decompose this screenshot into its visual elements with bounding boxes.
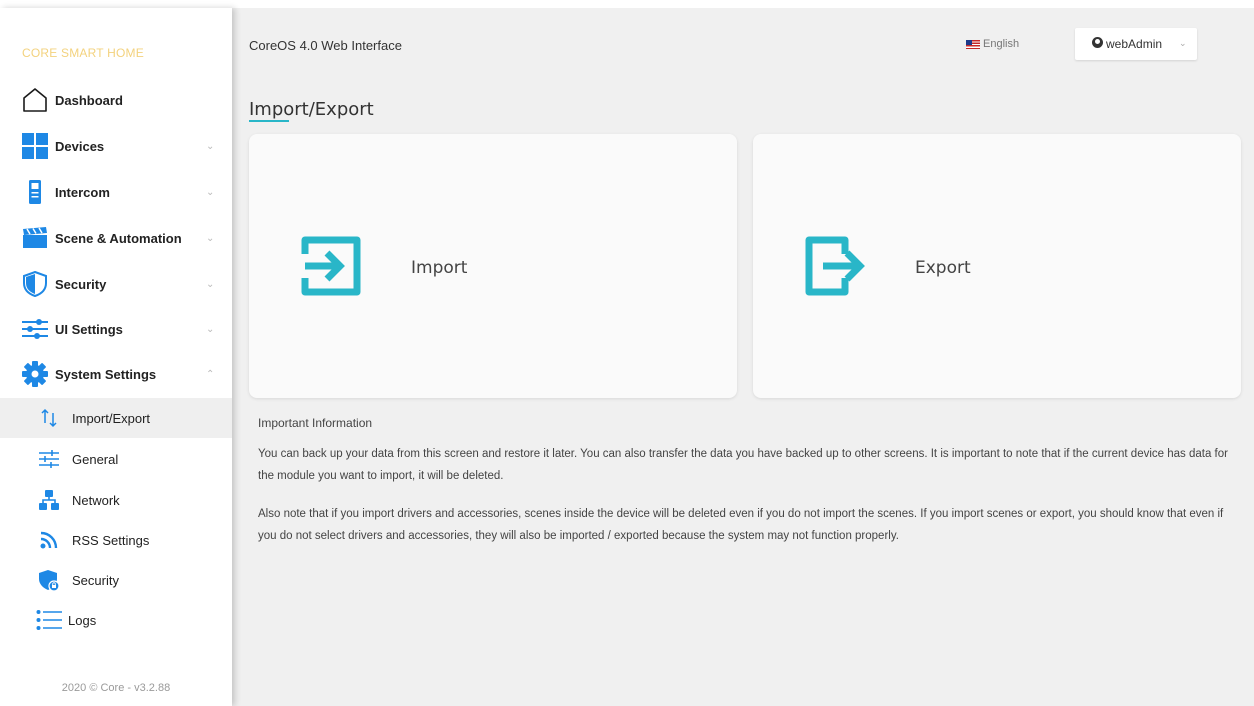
sidebar-subitem-security[interactable]: Security xyxy=(0,560,232,600)
sidebar-item-dashboard[interactable]: Dashboard xyxy=(0,80,232,120)
sidebar-subitem-rss-settings[interactable]: RSS Settings xyxy=(0,520,232,560)
sidebar-item-label: Intercom xyxy=(55,184,110,200)
sliders-icon xyxy=(22,316,48,342)
import-icon xyxy=(299,234,363,298)
home-icon xyxy=(22,87,48,113)
sidebar-subitem-label: Security xyxy=(72,572,119,588)
sidebar-subitem-label: Logs xyxy=(68,612,97,628)
title-underline xyxy=(249,120,289,122)
sidebar-item-label: Devices xyxy=(55,138,105,154)
username-label: webAdmin xyxy=(1106,37,1163,51)
sidebar-item-ui-settings[interactable]: UI Settings ⌄ xyxy=(0,309,232,349)
intercom-icon xyxy=(22,179,48,205)
sidebar-subitem-label: RSS Settings xyxy=(72,532,150,548)
brand-logo-text[interactable]: CORE SMART HOME xyxy=(22,46,144,60)
sidebar-item-system-settings[interactable]: System Settings ⌃ xyxy=(0,354,232,394)
clapperboard-icon xyxy=(22,225,48,251)
sidebar-item-label: Security xyxy=(55,276,107,292)
export-card[interactable]: Export xyxy=(753,134,1241,398)
sidebar-item-label: Dashboard xyxy=(55,92,123,108)
sidebar-subitem-label: Network xyxy=(72,492,120,508)
language-label: English xyxy=(983,38,1020,50)
sidebar-subitem-logs[interactable]: Logs xyxy=(0,600,232,640)
sidebar-item-devices[interactable]: Devices ⌄ xyxy=(0,126,232,166)
sidebar-item-label: Scene & Automation xyxy=(55,230,182,246)
info-paragraph: You can back up your data from this scre… xyxy=(258,448,1228,482)
sidebar-subitem-network[interactable]: Network xyxy=(0,480,232,520)
footer-version: 2020 © Core - v3.2.88 xyxy=(61,682,171,694)
sidebar-item-security[interactable]: Security ⌄ xyxy=(0,264,232,304)
chevron-down-icon: ⌄ xyxy=(206,278,215,290)
chevron-down-icon: ⌄ xyxy=(206,186,215,198)
settings-sliders-icon xyxy=(38,448,60,470)
top-strip xyxy=(0,0,1254,8)
grid-icon xyxy=(22,133,48,159)
info-paragraph: Also note that if you import drivers and… xyxy=(258,508,1224,542)
export-label: Export xyxy=(915,258,971,278)
us-flag-icon xyxy=(966,39,980,49)
page-title: Import/Export xyxy=(249,99,374,120)
import-card[interactable]: Import xyxy=(249,134,737,398)
app-frame: CORE SMART HOME Dashboard Devices ⌄ Inte… xyxy=(0,0,1254,706)
sidebar-item-label: UI Settings xyxy=(55,321,123,337)
import-label: Import xyxy=(411,258,468,278)
chevron-down-icon: ⌄ xyxy=(1179,38,1187,48)
sidebar-item-label: System Settings xyxy=(55,366,157,382)
language-selector[interactable]: English xyxy=(966,38,1019,50)
gear-icon xyxy=(22,361,48,387)
info-heading: Important Information xyxy=(258,416,373,430)
user-menu-button[interactable]: webAdmin ⌄ xyxy=(1075,28,1197,60)
rss-icon xyxy=(38,529,60,551)
chevron-down-icon: ⌄ xyxy=(206,323,215,335)
sidebar-subitem-label: General xyxy=(72,451,119,467)
sidebar-subitem-label: Import/Export xyxy=(72,410,151,426)
sidebar-item-scene-automation[interactable]: Scene & Automation ⌄ xyxy=(0,218,232,258)
chevron-down-icon: ⌄ xyxy=(206,140,215,152)
sidebar-subitem-import-export[interactable]: Import/Export xyxy=(0,398,232,438)
sidebar: CORE SMART HOME Dashboard Devices ⌄ Inte… xyxy=(0,8,232,706)
export-icon xyxy=(803,234,867,298)
shield-icon xyxy=(22,271,48,297)
shield-lock-icon xyxy=(38,569,60,591)
app-title: CoreOS 4.0 Web Interface xyxy=(249,38,402,53)
network-icon xyxy=(38,489,60,511)
sidebar-subitem-general[interactable]: General xyxy=(0,439,232,479)
sidebar-item-intercom[interactable]: Intercom ⌄ xyxy=(0,172,232,212)
chevron-down-icon: ⌄ xyxy=(206,232,215,244)
list-icon xyxy=(36,609,62,631)
user-circle-icon xyxy=(1092,37,1103,48)
chevron-up-icon: ⌃ xyxy=(206,368,215,380)
arrows-updown-icon xyxy=(38,407,60,429)
